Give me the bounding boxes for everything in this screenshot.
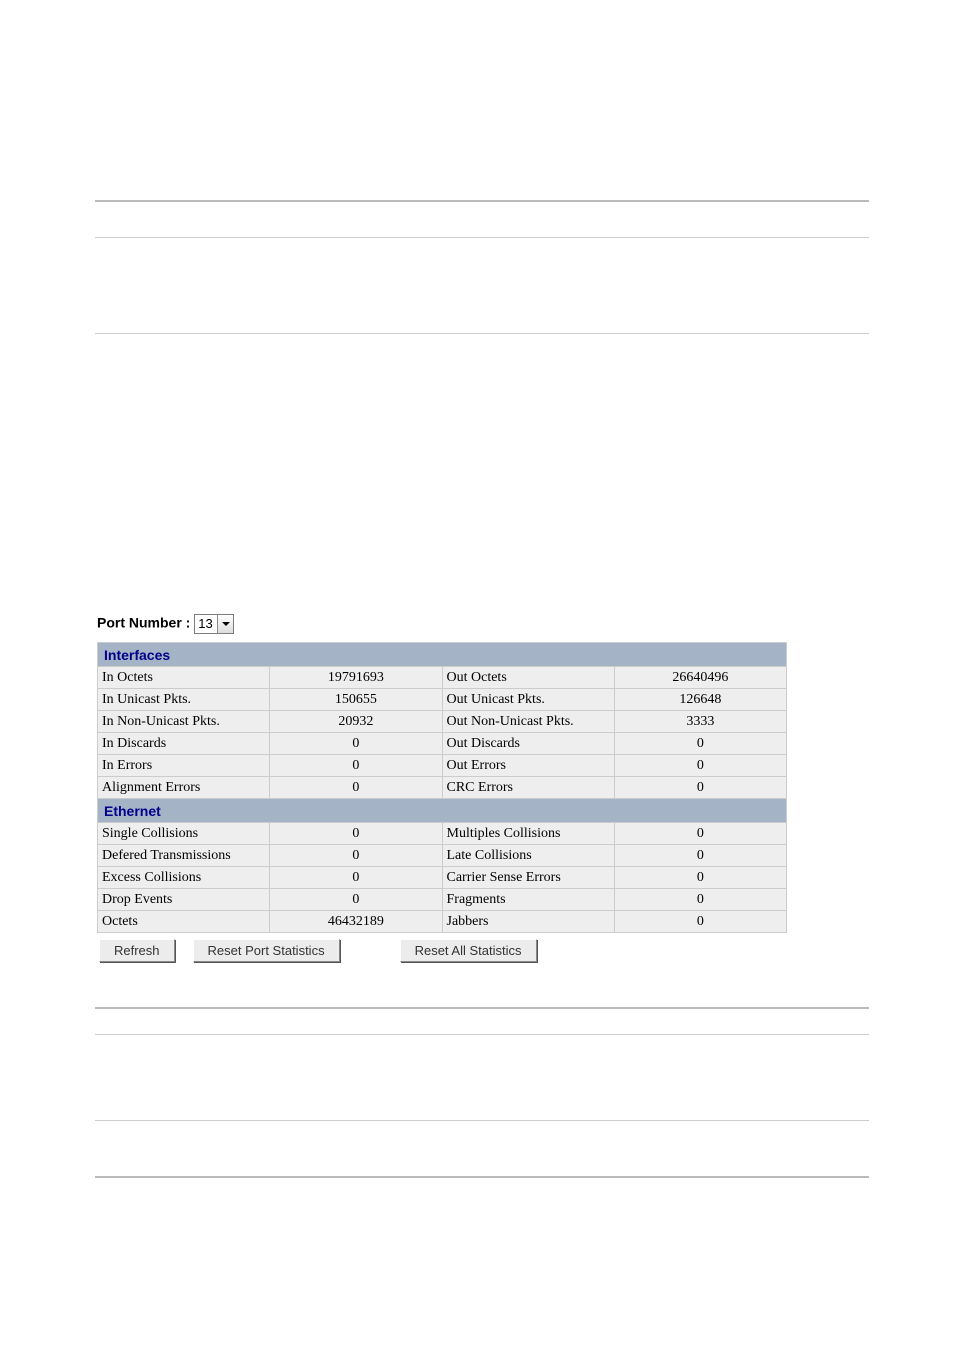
chevron-down-icon [217, 615, 233, 633]
stat-label: Out Discards [442, 733, 614, 755]
refresh-button[interactable]: Refresh [99, 939, 175, 962]
divider [95, 1034, 869, 1035]
table-row: In Discards 0 Out Discards 0 [98, 733, 787, 755]
port-number-label: Port Number : [97, 615, 190, 631]
stat-value: 0 [270, 755, 442, 777]
stat-value: 0 [614, 911, 786, 933]
table-row: In Errors 0 Out Errors 0 [98, 755, 787, 777]
stat-value: 0 [270, 733, 442, 755]
divider [95, 237, 869, 238]
stat-value: 0 [270, 823, 442, 845]
stat-label: Multiples Collisions [442, 823, 614, 845]
stat-value: 0 [614, 889, 786, 911]
stat-label: Alignment Errors [98, 777, 270, 799]
reset-all-statistics-button[interactable]: Reset All Statistics [400, 939, 537, 962]
stat-label: In Discards [98, 733, 270, 755]
section-header-interfaces: Interfaces [98, 643, 787, 667]
statistics-table: Interfaces In Octets 19791693 Out Octets… [97, 642, 787, 933]
port-number-select[interactable]: 13 [194, 614, 234, 634]
table-row: In Non-Unicast Pkts. 20932 Out Non-Unica… [98, 711, 787, 733]
section-header-ethernet: Ethernet [98, 799, 787, 823]
stat-label: Drop Events [98, 889, 270, 911]
divider [95, 1120, 869, 1121]
stat-value: 3333 [614, 711, 786, 733]
table-row: Alignment Errors 0 CRC Errors 0 [98, 777, 787, 799]
statistics-panel: Interfaces In Octets 19791693 Out Octets… [97, 642, 787, 962]
table-row: Octets 46432189 Jabbers 0 [98, 911, 787, 933]
stat-value: 20932 [270, 711, 442, 733]
stat-label: Fragments [442, 889, 614, 911]
divider [95, 333, 869, 334]
button-row: Refresh Reset Port Statistics Reset All … [99, 939, 787, 962]
table-row: Excess Collisions 0 Carrier Sense Errors… [98, 867, 787, 889]
stat-label: Defered Transmissions [98, 845, 270, 867]
stat-value: 0 [270, 845, 442, 867]
stat-label: In Errors [98, 755, 270, 777]
divider [95, 200, 869, 202]
reset-port-statistics-button[interactable]: Reset Port Statistics [193, 939, 340, 962]
stat-label: Out Octets [442, 667, 614, 689]
divider [95, 1176, 869, 1178]
stat-label: Late Collisions [442, 845, 614, 867]
stat-label: Jabbers [442, 911, 614, 933]
stat-value: 0 [270, 867, 442, 889]
stat-label: Out Unicast Pkts. [442, 689, 614, 711]
stat-value: 0 [614, 733, 786, 755]
stat-label: Octets [98, 911, 270, 933]
port-number-value: 13 [198, 616, 212, 631]
stat-label: In Octets [98, 667, 270, 689]
stat-value: 0 [614, 755, 786, 777]
table-row: In Octets 19791693 Out Octets 26640496 [98, 667, 787, 689]
port-number-row: Port Number : 13 [97, 614, 869, 634]
stat-label: CRC Errors [442, 777, 614, 799]
table-row: Defered Transmissions 0 Late Collisions … [98, 845, 787, 867]
stat-value: 150655 [270, 689, 442, 711]
stat-value: 26640496 [614, 667, 786, 689]
stat-value: 126648 [614, 689, 786, 711]
stat-label: In Unicast Pkts. [98, 689, 270, 711]
stat-value: 0 [270, 777, 442, 799]
stat-label: Single Collisions [98, 823, 270, 845]
divider [95, 1007, 869, 1009]
stat-label: Out Non-Unicast Pkts. [442, 711, 614, 733]
stat-label: Excess Collisions [98, 867, 270, 889]
table-row: Single Collisions 0 Multiples Collisions… [98, 823, 787, 845]
stat-value: 0 [614, 777, 786, 799]
table-row: In Unicast Pkts. 150655 Out Unicast Pkts… [98, 689, 787, 711]
stat-label: Carrier Sense Errors [442, 867, 614, 889]
stat-value: 19791693 [270, 667, 442, 689]
stat-value: 0 [614, 823, 786, 845]
stat-label: In Non-Unicast Pkts. [98, 711, 270, 733]
table-row: Drop Events 0 Fragments 0 [98, 889, 787, 911]
stat-label: Out Errors [442, 755, 614, 777]
stat-value: 0 [270, 889, 442, 911]
stat-value: 46432189 [270, 911, 442, 933]
stat-value: 0 [614, 867, 786, 889]
stat-value: 0 [614, 845, 786, 867]
